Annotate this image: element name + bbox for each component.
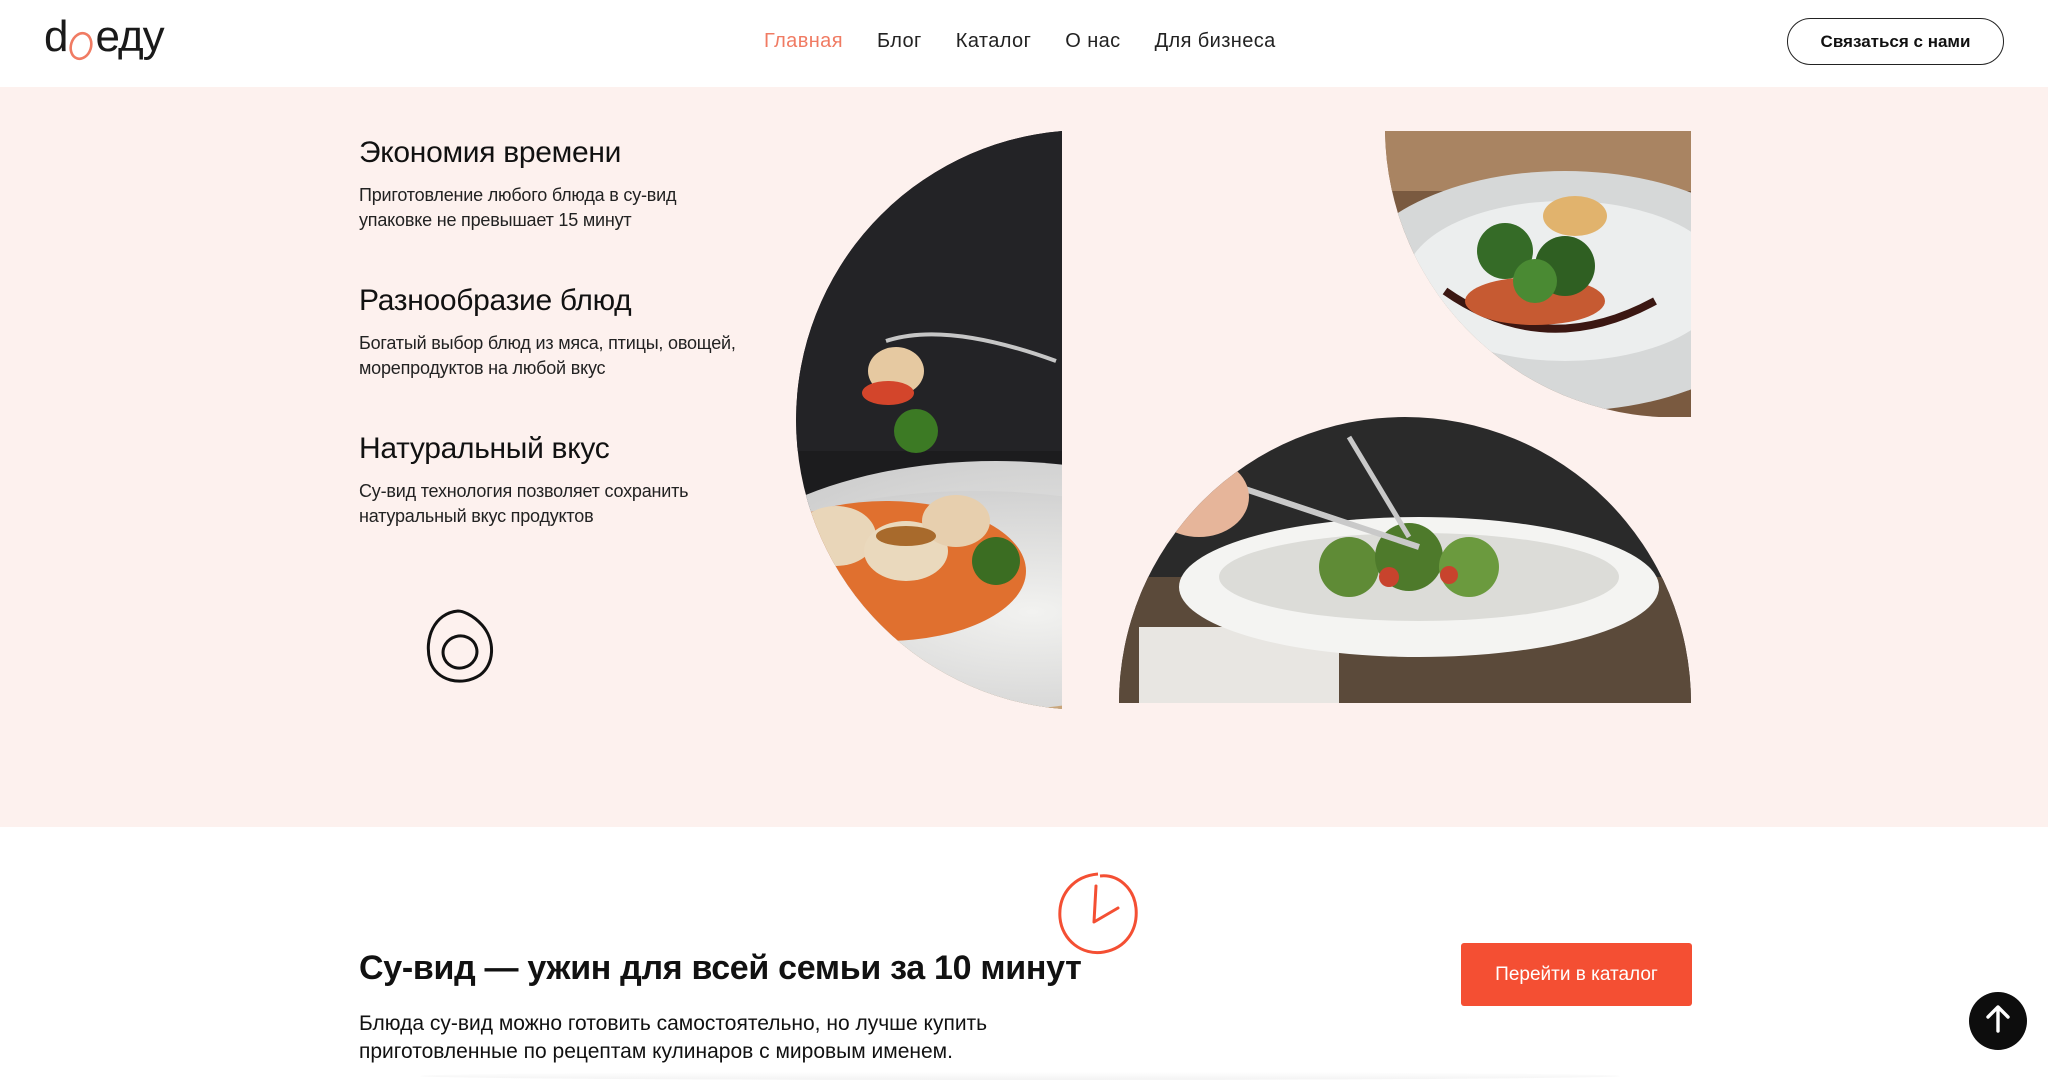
nav-business[interactable]: Для бизнеса: [1155, 26, 1276, 56]
scroll-to-top-button[interactable]: [1969, 992, 2027, 1050]
feature-text: Приготовление любого блюда в су-вид упак…: [359, 185, 677, 230]
egg-icon: [418, 605, 498, 691]
header: d еду Главная Блог Каталог О нас Для биз…: [0, 0, 2048, 87]
main-nav: Главная Блог Каталог О нас Для бизнеса: [764, 26, 1310, 56]
nav-catalog[interactable]: Каталог: [956, 26, 1032, 56]
photo-scallops: [756, 131, 1062, 709]
features-section: Экономия времени Приготовление любого бл…: [0, 87, 2048, 827]
logo[interactable]: d еду: [44, 12, 165, 62]
photo-salad: [1119, 417, 1691, 703]
photo-fish: [1385, 131, 1691, 417]
feature-text: Су-вид технология позволяет сохранить на…: [359, 481, 689, 526]
feature-time: Экономия времени Приготовление любого бл…: [359, 135, 739, 233]
feature-title: Разнообразие блюд: [359, 284, 632, 317]
cta-text: Блюда су-вид можно готовить самостоятель…: [359, 1012, 988, 1063]
logo-text: еду: [95, 12, 164, 61]
nav-home[interactable]: Главная: [764, 26, 843, 56]
logo-letter: d: [44, 12, 69, 61]
feature-title: Натуральный вкус: [359, 432, 610, 465]
go-to-catalog-button[interactable]: Перейти в каталог: [1461, 943, 1692, 1006]
nav-about[interactable]: О нас: [1065, 26, 1120, 56]
logo-egg-mark: [68, 22, 94, 62]
feature-taste: Натуральный вкус Су-вид технология позво…: [359, 431, 739, 529]
feature-title: Экономия времени: [359, 136, 622, 169]
cta-title: Су-вид — ужин для всей семьи за 10 минут: [359, 949, 1082, 987]
arrow-up-icon: [1980, 1001, 2016, 1042]
nav-blog[interactable]: Блог: [877, 26, 922, 56]
contact-button[interactable]: Связаться с нами: [1787, 18, 2004, 65]
feature-text: Богатый выбор блюд из мяса, птицы, овоще…: [359, 333, 736, 378]
feature-variety: Разнообразие блюд Богатый выбор блюд из …: [359, 283, 739, 381]
divider: [420, 1072, 1620, 1080]
